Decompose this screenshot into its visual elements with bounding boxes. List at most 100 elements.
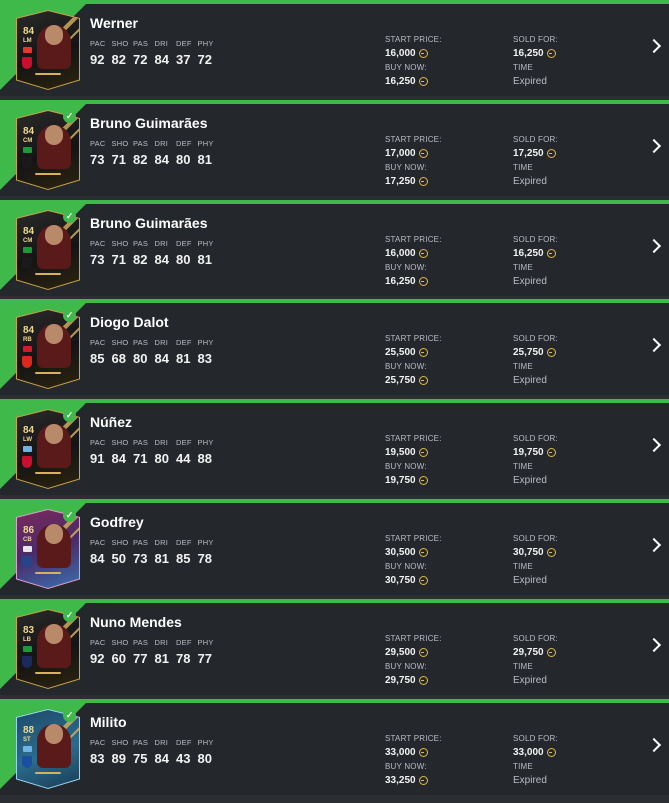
card-rating: 84	[23, 325, 35, 336]
stat-label: PAC	[90, 139, 106, 148]
buy-now-value: 30,750	[385, 575, 428, 586]
stat-label: PAC	[90, 438, 106, 447]
chevron-right-icon[interactable]	[646, 38, 662, 54]
transfer-row[interactable]: 84 CM ✓ Bruno Guimarães PAC SHO PAS DRI DEF P…	[0, 100, 669, 196]
transfer-row[interactable]: 86 CB ✓ Godfrey PAC SHO PAS DRI DEF PHY 84 50 7…	[0, 499, 669, 595]
stat-label: PAC	[90, 39, 106, 48]
stat-value: 80	[176, 152, 191, 167]
start-price-label: START PRICE:	[385, 434, 442, 443]
stat-labels: PAC SHO PAS DRI DEF PHY	[90, 139, 219, 148]
stat-values: 84 50 73 81 85 78	[90, 551, 219, 566]
chevron-right-icon[interactable]	[646, 737, 662, 753]
stat-label: PHY	[197, 338, 214, 347]
coin-icon	[418, 77, 428, 86]
club-badge-icon	[22, 157, 32, 169]
stat-label: PAC	[90, 538, 106, 547]
coin-icon	[546, 49, 556, 58]
transfer-row[interactable]: 88 ST ✓ Milito PAC SHO PAS DRI DEF PHY 83 89 75…	[0, 699, 669, 795]
start-price-value: 16,000	[385, 48, 428, 59]
coin-icon	[418, 676, 428, 685]
stat-value: 88	[197, 451, 212, 466]
nation-flag-icon	[23, 446, 32, 452]
stat-value: 73	[90, 152, 105, 167]
stat-label: DEF	[176, 39, 192, 48]
coin-icon	[546, 648, 556, 657]
start-price-value: 25,500	[385, 347, 428, 358]
card-position: CB	[23, 537, 32, 543]
time-value: Expired	[513, 575, 547, 586]
stat-label: SHO	[111, 438, 129, 447]
stat-value: 78	[176, 651, 191, 666]
player-name: Núñez	[90, 414, 132, 430]
stat-value: 84	[154, 52, 169, 67]
coin-icon	[418, 648, 428, 657]
player-face-icon	[45, 25, 63, 45]
stat-value: 80	[197, 751, 212, 766]
transfer-row[interactable]: 84 LM ✓ Werner PACSHOPASDRIDEFPHY 928272…	[0, 0, 669, 96]
stat-value: 73	[90, 252, 105, 267]
stat-value: 83	[90, 751, 105, 766]
club-badge-icon	[22, 456, 32, 468]
chevron-right-icon[interactable]	[646, 537, 662, 553]
card-rating: 83	[23, 625, 35, 636]
player-face-icon	[45, 624, 63, 644]
transfer-row[interactable]: 84 LW ✓ Núñez PAC SHO PAS DRI DEF PHY 91 84 71 8…	[0, 399, 669, 495]
nation-flag-icon	[23, 47, 32, 53]
transfer-row[interactable]: 84 RB ✓ Diogo Dalot PAC SHO PAS DRI DEF PHY 8…	[0, 299, 669, 395]
time-value: Expired	[513, 775, 547, 786]
chevron-right-icon[interactable]	[646, 437, 662, 453]
stat-value: 89	[111, 751, 126, 766]
time-label: TIME	[513, 362, 533, 371]
chevron-right-icon[interactable]	[646, 637, 662, 653]
stat-value: 84	[111, 451, 126, 466]
stat-value: 80	[133, 351, 148, 366]
stat-value: 37	[176, 52, 191, 67]
stat-label: SHO	[111, 139, 129, 148]
sold-for-label: SOLD FOR:	[513, 434, 558, 443]
start-price-label: START PRICE:	[385, 235, 442, 244]
buy-now-label: BUY NOW:	[385, 762, 427, 771]
card-rating: 84	[23, 26, 35, 37]
stat-label: PAS	[133, 638, 149, 647]
player-name: Bruno Guimarães	[90, 215, 208, 231]
stat-labels: PAC SHO PAS DRI DEF PHY	[90, 738, 219, 747]
coin-icon	[418, 548, 428, 557]
buy-now-value: 25,750	[385, 375, 428, 386]
stat-value: 77	[133, 651, 148, 666]
stat-labels: PAC SHO PAS DRI DEF PHY	[90, 239, 219, 248]
stat-label: DRI	[154, 438, 169, 447]
stat-value: 82	[133, 152, 148, 167]
coin-icon	[418, 277, 428, 286]
player-name: Werner	[90, 15, 138, 31]
stat-value: 80	[154, 451, 169, 466]
chevron-right-icon[interactable]	[646, 138, 662, 154]
coin-icon	[418, 348, 428, 357]
stat-labels: PAC SHO PAS DRI DEF PHY	[90, 538, 219, 547]
buy-now-label: BUY NOW:	[385, 662, 427, 671]
stat-label: DEF	[176, 738, 192, 747]
player-name: Godfrey	[90, 514, 144, 530]
stat-label: PAC	[90, 738, 106, 747]
transfer-row[interactable]: 83 LB ✓ Nuno Mendes PAC SHO PAS DRI DEF PHY 9…	[0, 599, 669, 695]
sold-for-label: SOLD FOR:	[513, 135, 558, 144]
stat-label: DRI	[154, 239, 169, 248]
chevron-right-icon[interactable]	[646, 337, 662, 353]
coin-icon	[418, 376, 428, 385]
stat-value: 85	[90, 351, 105, 366]
club-badge-icon	[22, 257, 32, 269]
sold-for-value: 16,250	[513, 48, 556, 59]
stat-label: PAS	[133, 738, 149, 747]
chevron-right-icon[interactable]	[646, 238, 662, 254]
stat-label: PAS	[133, 39, 149, 48]
time-label: TIME	[513, 263, 533, 272]
card-divider	[35, 772, 61, 774]
transfer-row[interactable]: 84 CM ✓ Bruno Guimarães PAC SHO PAS DRI DEF P…	[0, 200, 669, 296]
stat-value: 92	[90, 52, 105, 67]
stat-label: PAC	[90, 338, 106, 347]
stat-label: PHY	[197, 738, 214, 747]
card-rating: 84	[23, 425, 35, 436]
player-card[interactable]: 84 LM	[17, 11, 79, 89]
card-divider	[35, 73, 61, 75]
card-position: CM	[23, 138, 33, 144]
player-face-icon	[45, 125, 63, 145]
